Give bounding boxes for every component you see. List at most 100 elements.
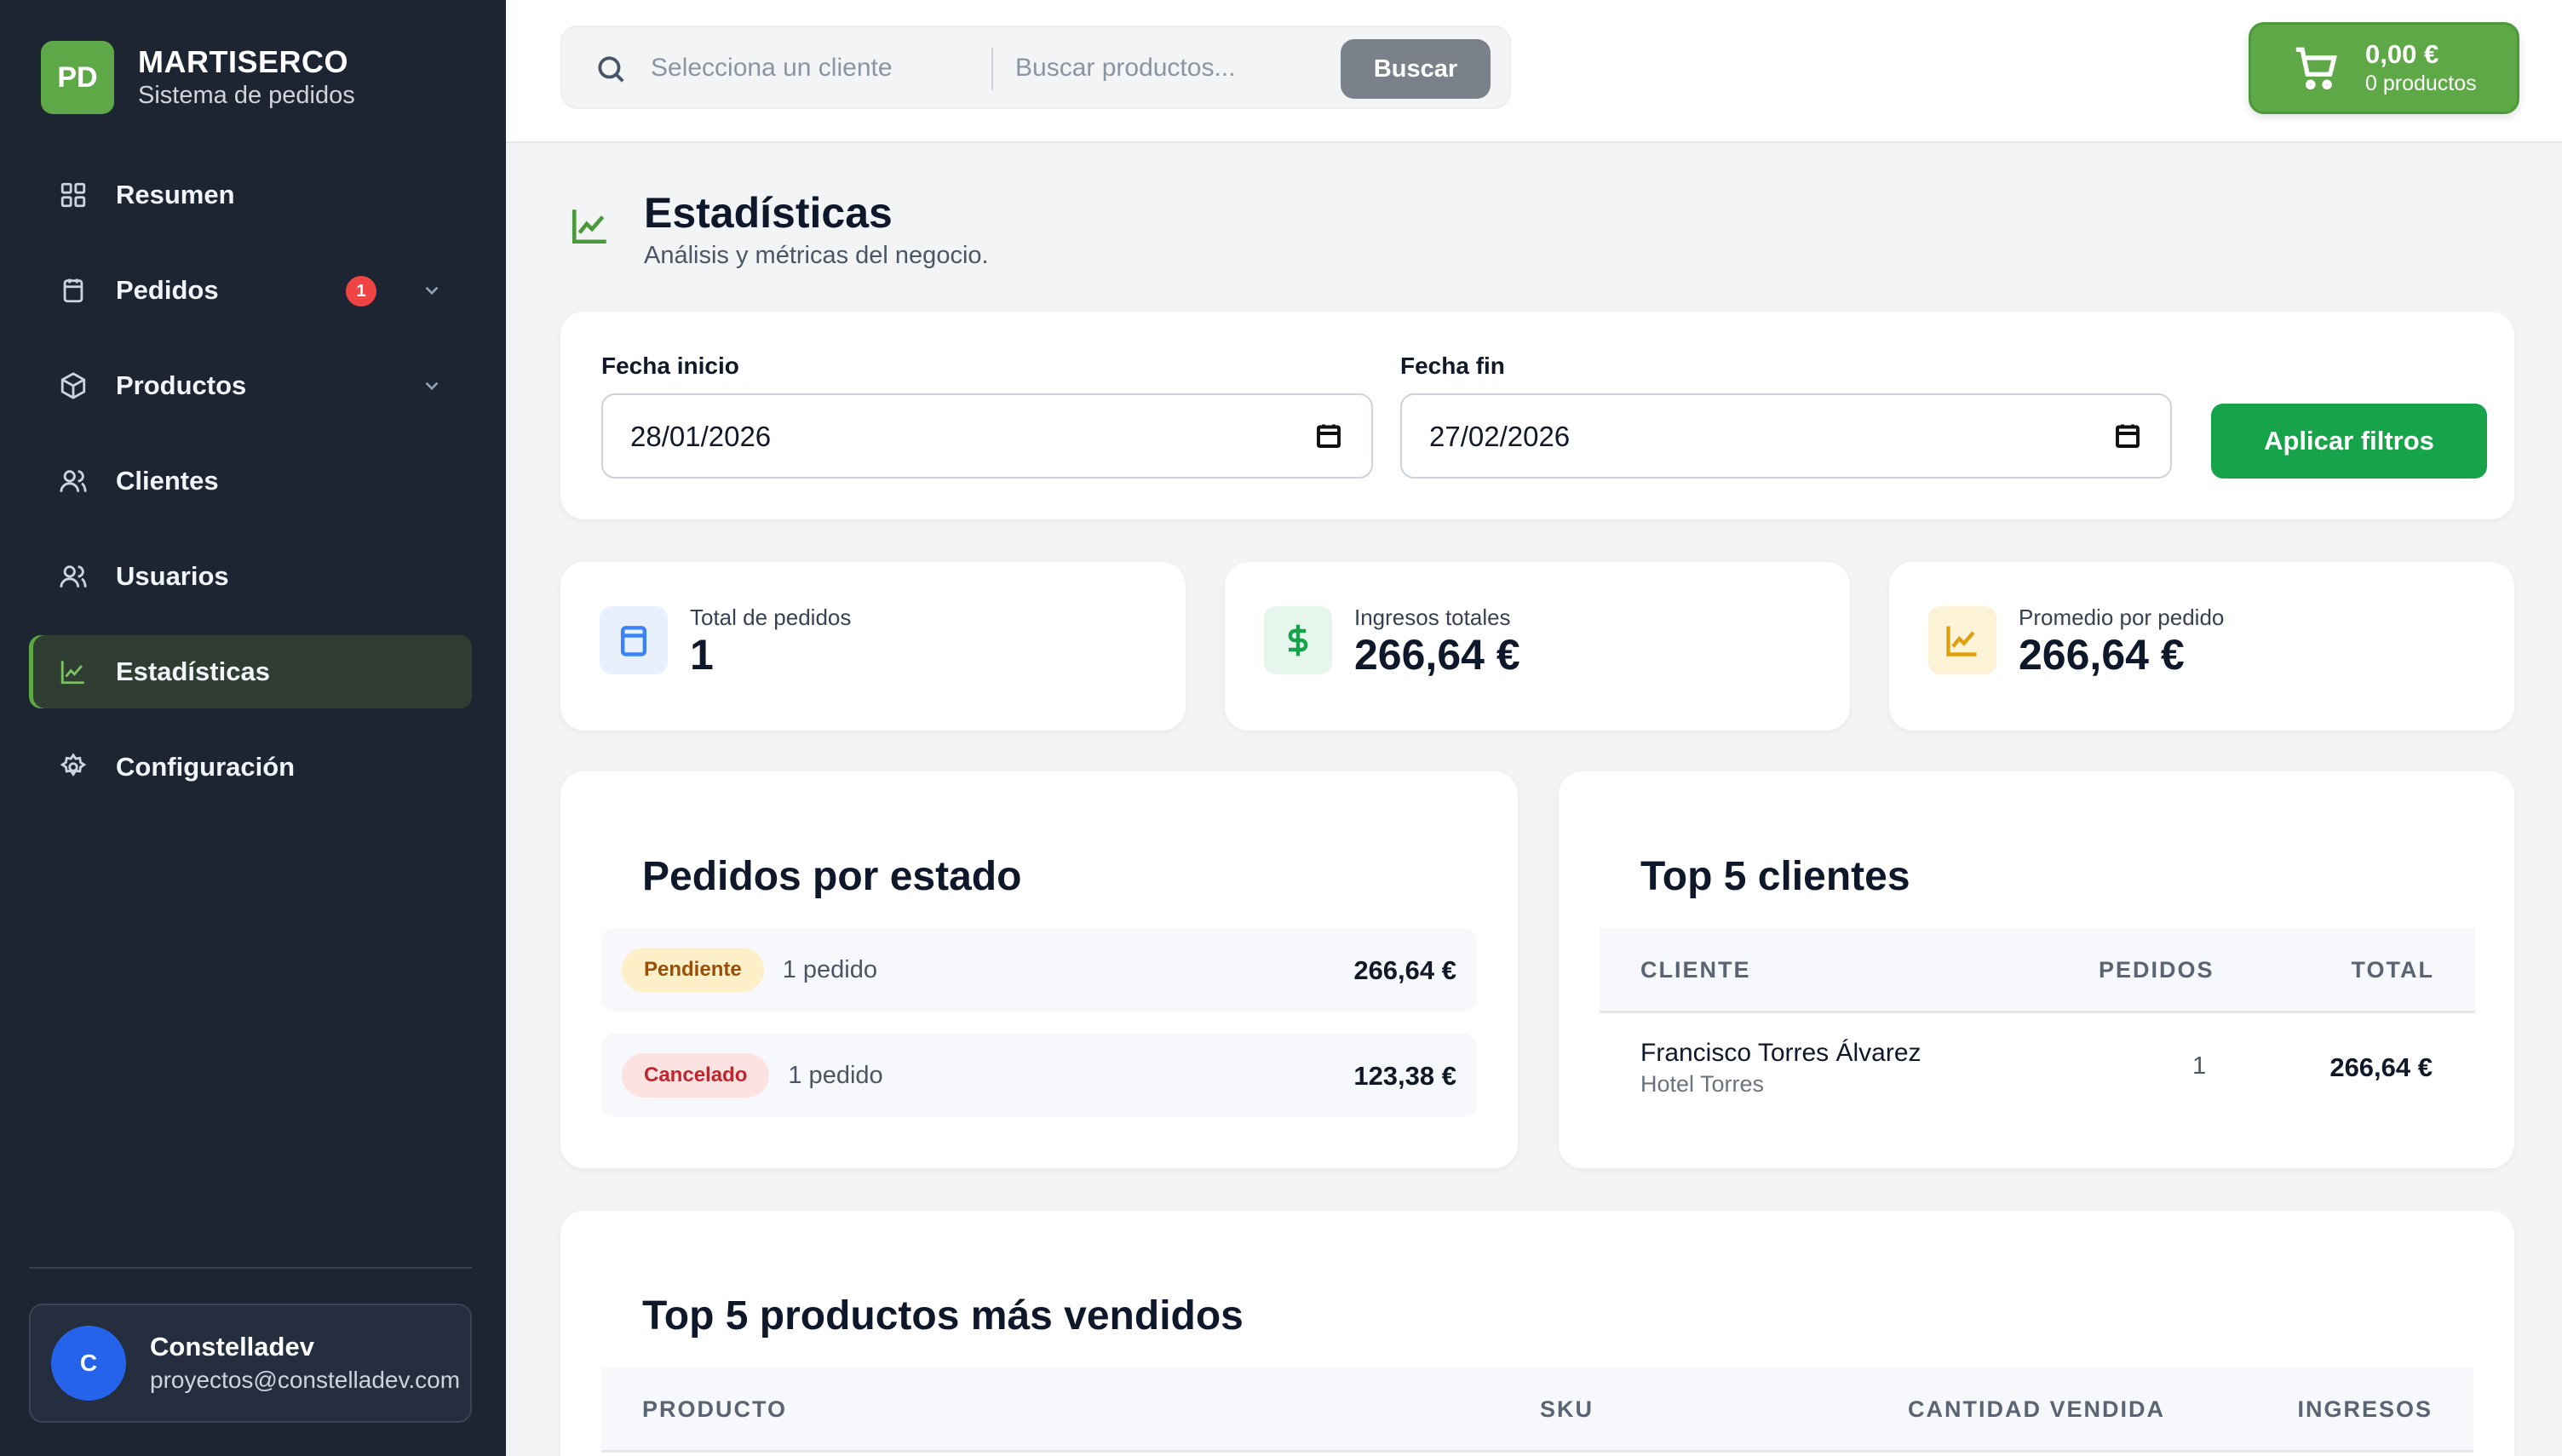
user-name: Constelladev [150, 1332, 314, 1361]
brand-logo: PD [41, 41, 114, 114]
cart-button[interactable]: 0,00 € 0 productos [2249, 22, 2519, 114]
sidebar-item-resumen[interactable]: Resumen [29, 158, 472, 232]
client-select-input[interactable] [651, 48, 974, 89]
status-badge: Cancelado [622, 1053, 770, 1098]
card-title: Pedidos por estado [642, 854, 1022, 899]
stat-card-total-orders: Total de pedidos 1 [560, 562, 1186, 731]
chart-icon [569, 204, 612, 247]
chevron-down-icon[interactable] [421, 375, 443, 397]
end-date-field[interactable]: 27/02/2026 [1400, 393, 2172, 479]
sidebar-item-label: Estadísticas [116, 656, 270, 686]
status-row-cancelado: Cancelado 1 pedido 123,38 € [601, 1034, 1477, 1117]
stat-value: 266,64 € [2019, 631, 2185, 679]
chart-icon [1928, 606, 1996, 674]
users-icon [58, 561, 89, 592]
sidebar-item-pedidos[interactable]: Pedidos 1 [29, 254, 472, 327]
column-header[interactable]: PRODUCTO [642, 1396, 787, 1423]
grid-icon [58, 180, 89, 210]
start-date-label: Fecha inicio [601, 353, 739, 379]
clipboard-icon [58, 275, 89, 306]
sidebar-item-label: Usuarios [116, 561, 229, 591]
product-search-input[interactable] [1015, 48, 1347, 89]
topbar: Buscar 0,00 € 0 productos [506, 0, 2562, 143]
status-row-pendiente: Pendiente 1 pedido 266,64 € [601, 928, 1477, 1012]
search-button[interactable]: Buscar [1341, 39, 1491, 99]
stat-label: Promedio por pedido [2019, 605, 2225, 630]
client-name: Francisco Torres Álvarez [1640, 1039, 1922, 1067]
sidebar-divider [29, 1267, 472, 1269]
stat-value: 1 [690, 631, 714, 679]
sidebar-item-configuracion[interactable]: Configuración [29, 731, 472, 804]
client-total: 266,64 € [2329, 1052, 2433, 1082]
column-header[interactable]: TOTAL [2352, 957, 2435, 983]
stat-label: Ingresos totales [1354, 605, 1511, 630]
main-content: Estadísticas Análisis y métricas del neg… [506, 143, 2562, 1456]
sidebar: PD MARTISERCO Sistema de pedidos Resumen… [0, 0, 506, 1456]
clipboard-icon [600, 606, 668, 674]
start-date-field[interactable]: 28/01/2026 [601, 393, 1373, 479]
stat-value: 266,64 € [1354, 631, 1520, 679]
brand-name: MARTISERCO [138, 44, 348, 79]
sidebar-item-label: Clientes [116, 466, 219, 496]
end-date-value: 27/02/2026 [1429, 421, 1571, 452]
apply-filters-button[interactable]: Aplicar filtros [2211, 404, 2487, 479]
search-icon [595, 53, 627, 85]
status-count: 1 pedido [788, 1061, 883, 1089]
end-date-label: Fecha fin [1400, 353, 1505, 379]
client-orders: 1 [2192, 1052, 2207, 1080]
sidebar-nav: Resumen Pedidos 1 Productos Clientes Usu… [29, 158, 472, 826]
stat-label: Total de pedidos [690, 605, 852, 630]
avatar: C [51, 1326, 126, 1401]
box-icon [58, 370, 89, 401]
card-title: Top 5 productos más vendidos [642, 1293, 1244, 1338]
table-header: CLIENTE PEDIDOS TOTAL [1600, 928, 2475, 1013]
sidebar-item-label: Pedidos [116, 275, 219, 305]
column-header[interactable]: CLIENTE [1640, 957, 1751, 983]
search-bar: Buscar [560, 26, 1511, 109]
status-badge: Pendiente [622, 948, 764, 992]
card-title: Top 5 clientes [1640, 854, 1910, 899]
column-header[interactable]: PEDIDOS [2099, 957, 2214, 983]
orders-by-status-card: Pedidos por estado Pendiente 1 pedido 26… [560, 771, 1518, 1168]
sidebar-item-usuarios[interactable]: Usuarios [29, 540, 472, 613]
users-icon [58, 466, 89, 496]
status-count: 1 pedido [782, 955, 877, 983]
sidebar-item-estadisticas[interactable]: Estadísticas [29, 635, 472, 708]
calendar-icon[interactable] [1313, 421, 1344, 451]
chart-icon [58, 656, 89, 687]
table-header: PRODUCTO SKU CANTIDAD VENDIDA INGRESOS [601, 1367, 2473, 1453]
cart-total: 0,00 € [2365, 39, 2439, 69]
column-header[interactable]: SKU [1540, 1396, 1594, 1423]
sidebar-item-productos[interactable]: Productos [29, 349, 472, 422]
page-subtitle: Análisis y métricas del negocio. [644, 242, 989, 269]
column-header[interactable]: CANTIDAD VENDIDA [1908, 1396, 2165, 1423]
top-products-card: Top 5 productos más vendidos PRODUCTO SK… [560, 1211, 2514, 1456]
brand[interactable]: PD MARTISERCO Sistema de pedidos [41, 41, 355, 114]
pedidos-badge: 1 [346, 276, 376, 307]
user-card[interactable]: C Constelladev proyectos@constelladev.co… [29, 1304, 472, 1423]
column-header[interactable]: INGRESOS [2297, 1396, 2433, 1423]
filters-card: Fecha inicio 28/01/2026 Fecha fin 27/02/… [560, 312, 2514, 519]
sidebar-item-label: Resumen [116, 180, 235, 209]
stat-card-revenue: Ingresos totales 266,64 € [1225, 562, 1850, 731]
sidebar-item-label: Productos [116, 370, 247, 400]
user-email: proyectos@constelladev.com [150, 1367, 461, 1393]
status-total: 123,38 € [1353, 1061, 1456, 1091]
cart-count: 0 productos [2365, 72, 2477, 95]
page-header: Estadísticas Análisis y métricas del neg… [569, 187, 989, 272]
sidebar-item-label: Configuración [116, 752, 296, 782]
calendar-icon[interactable] [2112, 421, 2143, 451]
search-separator [991, 48, 993, 90]
stat-card-average: Promedio por pedido 266,64 € [1889, 562, 2514, 731]
dollar-icon [1264, 606, 1332, 674]
sidebar-item-clientes[interactable]: Clientes [29, 444, 472, 518]
brand-subtitle: Sistema de pedidos [138, 82, 355, 109]
status-total: 266,64 € [1353, 955, 1456, 985]
page-title: Estadísticas [644, 189, 893, 237]
chevron-down-icon[interactable] [421, 279, 443, 301]
start-date-value: 28/01/2026 [630, 421, 772, 452]
top-clients-card: Top 5 clientes CLIENTE PEDIDOS TOTAL Fra… [1559, 771, 2514, 1168]
gear-icon [58, 752, 89, 782]
client-company: Hotel Torres [1640, 1071, 1765, 1097]
cart-icon [2292, 43, 2341, 93]
